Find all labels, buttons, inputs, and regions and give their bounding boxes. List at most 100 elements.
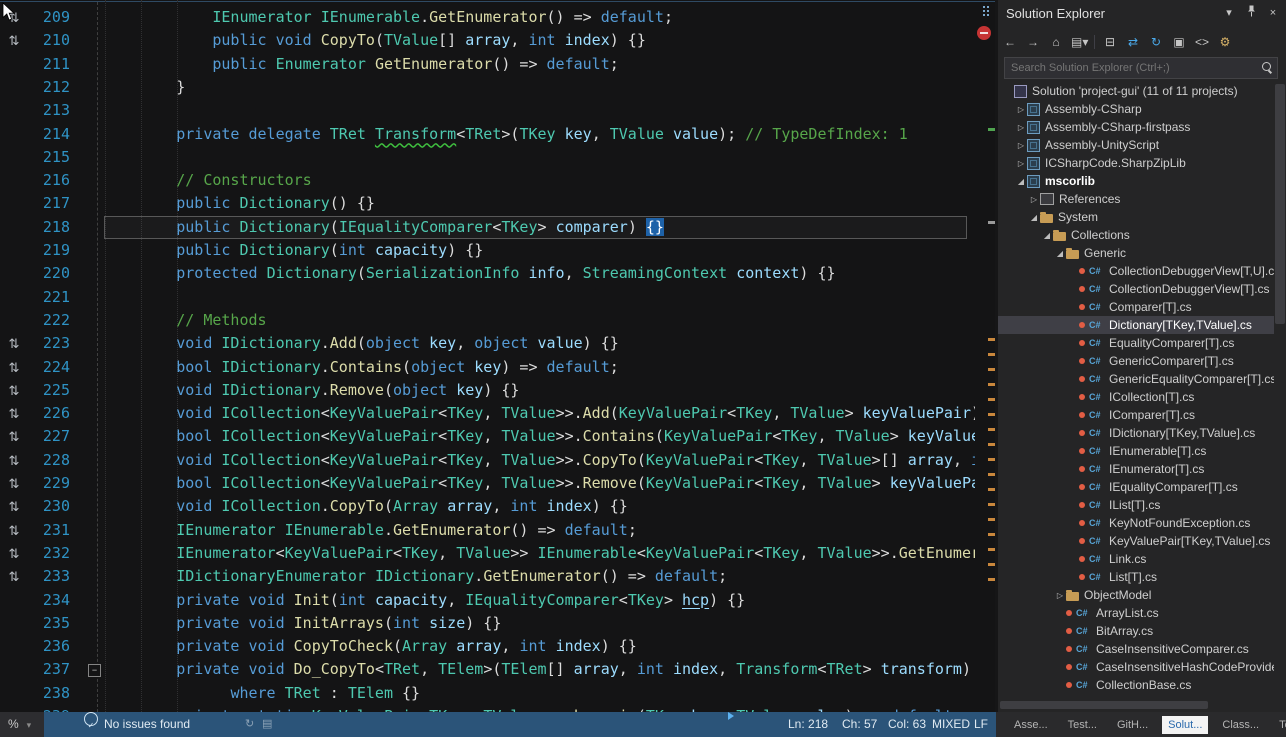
tree-item-collectiondebuggerview-t-u-cs[interactable]: C#CollectionDebuggerView[T,U].cs bbox=[998, 262, 1274, 280]
code-line-210[interactable]: public void CopyTo(TValue[] array, int i… bbox=[104, 29, 967, 52]
code-line-223[interactable]: void IDictionary.Add(object key, object … bbox=[104, 332, 967, 355]
expanded-arrow-icon[interactable]: ◢ bbox=[1041, 231, 1053, 240]
tree-item-genericcomparer-t-cs[interactable]: C#GenericComparer[T].cs bbox=[998, 352, 1274, 370]
tree-item-collections[interactable]: ◢Collections bbox=[998, 226, 1274, 244]
implementations-arrows-icon[interactable]: ⇅ bbox=[5, 542, 23, 565]
expanded-arrow-icon[interactable]: ◢ bbox=[1028, 213, 1040, 222]
panel-tab-tea[interactable]: Tea... bbox=[1273, 716, 1286, 734]
code-line-229[interactable]: bool ICollection<KeyValuePair<TKey, TVal… bbox=[104, 472, 967, 495]
status-line[interactable]: Ln: 218 bbox=[788, 712, 828, 737]
view-switcher-icon[interactable]: ▤▾ bbox=[1071, 35, 1087, 49]
tree-item-collectionbase-cs[interactable]: C#CollectionBase.cs bbox=[998, 676, 1274, 694]
tree-item-idictionary-tkey-tvalue-cs[interactable]: C#IDictionary[TKey,TValue].cs bbox=[998, 424, 1274, 442]
implementations-arrows-icon[interactable]: ⇅ bbox=[5, 356, 23, 379]
collapsed-arrow-icon[interactable]: ▷ bbox=[1054, 591, 1066, 600]
code-line-224[interactable]: bool IDictionary.Contains(object key) =>… bbox=[104, 356, 967, 379]
tree-item-comparer-t-cs[interactable]: C#Comparer[T].cs bbox=[998, 298, 1274, 316]
code-line-211[interactable]: public Enumerator GetEnumerator() => def… bbox=[104, 53, 967, 76]
tree-item-mscorlib[interactable]: ◢mscorlib bbox=[998, 172, 1274, 190]
fold-collapse-icon[interactable]: − bbox=[88, 664, 101, 677]
splitter-grip-icon[interactable] bbox=[983, 6, 985, 8]
code-folding-margin[interactable]: − bbox=[84, 0, 104, 712]
sync-with-active-document-icon[interactable]: ⇄ bbox=[1125, 35, 1141, 49]
code-line-235[interactable]: private void InitArrays(int size) {} bbox=[104, 612, 967, 635]
tree-item-system[interactable]: ◢System bbox=[998, 208, 1274, 226]
collapsed-arrow-icon[interactable]: ▷ bbox=[1015, 105, 1027, 114]
panel-tab-gith[interactable]: GitH... bbox=[1111, 716, 1154, 734]
show-all-files-icon[interactable]: ▣ bbox=[1171, 35, 1187, 49]
code-line-238[interactable]: where TRet : TElem {} bbox=[104, 682, 967, 705]
tree-item-bitarray-cs[interactable]: C#BitArray.cs bbox=[998, 622, 1274, 640]
file-health-error-icon[interactable] bbox=[977, 26, 991, 40]
code-line-214[interactable]: private delegate TRet Transform<TRet>(TK… bbox=[104, 123, 967, 146]
tree-item-references[interactable]: ▷References bbox=[998, 190, 1274, 208]
tree-item-keyvaluepair-tkey-tvalue-cs[interactable]: C#KeyValuePair[TKey,TValue].cs bbox=[998, 532, 1274, 550]
tree-item-ienumerator-t-cs[interactable]: C#IEnumerator[T].cs bbox=[998, 460, 1274, 478]
editor-vertical-scrollbar[interactable] bbox=[975, 0, 995, 712]
tree-item-dictionary-tkey-tvalue-cs[interactable]: C#Dictionary[TKey,TValue].cs bbox=[998, 316, 1274, 334]
implementations-arrows-icon[interactable]: ⇅ bbox=[5, 332, 23, 355]
tree-item-solution-project-gui-11-of-11-projects[interactable]: Solution 'project-gui' (11 of 11 project… bbox=[998, 82, 1274, 100]
implementations-arrows-icon[interactable]: ⇅ bbox=[5, 402, 23, 425]
expanded-arrow-icon[interactable]: ◢ bbox=[1054, 249, 1066, 258]
collapsed-arrow-icon[interactable]: ▷ bbox=[1015, 141, 1027, 150]
tree-item-link-cs[interactable]: C#Link.cs bbox=[998, 550, 1274, 568]
code-line-213[interactable] bbox=[104, 99, 967, 122]
tree-item-assembly-csharp-firstpass[interactable]: ▷Assembly-CSharp-firstpass bbox=[998, 118, 1274, 136]
pin-icon[interactable] bbox=[1244, 5, 1258, 20]
code-line-218[interactable]: public Dictionary(IEqualityComparer<TKey… bbox=[104, 216, 967, 239]
implementations-arrows-icon[interactable]: ⇅ bbox=[5, 379, 23, 402]
code-line-234[interactable]: private void Init(int capacity, IEqualit… bbox=[104, 589, 967, 612]
code-text-area[interactable]: IEnumerator IEnumerable.GetEnumerator() … bbox=[104, 0, 975, 712]
refresh-icon[interactable]: ↻ bbox=[1148, 35, 1164, 49]
status-extra-icon-1[interactable]: ↻ bbox=[245, 712, 254, 737]
collapse-all-icon[interactable]: ⊟ bbox=[1102, 35, 1118, 49]
implementations-arrows-icon[interactable]: ⇅ bbox=[5, 472, 23, 495]
code-line-221[interactable] bbox=[104, 286, 967, 309]
tree-item-objectmodel[interactable]: ▷ObjectModel bbox=[998, 586, 1274, 604]
implementations-arrows-icon[interactable]: ⇅ bbox=[5, 29, 23, 52]
implementations-arrows-icon[interactable]: ⇅ bbox=[5, 425, 23, 448]
close-icon[interactable]: × bbox=[1266, 7, 1280, 19]
code-line-209[interactable]: IEnumerator IEnumerable.GetEnumerator() … bbox=[104, 6, 967, 29]
code-editor[interactable]: ⇅⇅⇅⇅⇅⇅⇅⇅⇅⇅⇅⇅⇅ 20921021121221321421521621… bbox=[0, 0, 995, 712]
tree-item-generic[interactable]: ◢Generic bbox=[998, 244, 1274, 262]
tree-item-iequalitycomparer-t-cs[interactable]: C#IEqualityComparer[T].cs bbox=[998, 478, 1274, 496]
status-eol[interactable]: LF bbox=[974, 712, 988, 737]
code-line-228[interactable]: void ICollection<KeyValuePair<TKey, TVal… bbox=[104, 449, 967, 472]
panel-tab-class[interactable]: Class... bbox=[1216, 716, 1265, 734]
code-line-220[interactable]: protected Dictionary(SerializationInfo i… bbox=[104, 262, 967, 285]
code-line-216[interactable]: // Constructors bbox=[104, 169, 967, 192]
code-line-225[interactable]: void IDictionary.Remove(object key) {} bbox=[104, 379, 967, 402]
home-icon[interactable]: ⌂ bbox=[1048, 35, 1064, 49]
search-icon[interactable] bbox=[1262, 62, 1271, 71]
code-line-233[interactable]: IDictionaryEnumerator IDictionary.GetEnu… bbox=[104, 565, 967, 588]
search-input[interactable] bbox=[1009, 59, 1243, 77]
code-line-239[interactable]: private static KeyValuePair<TKey, TValue… bbox=[104, 705, 967, 712]
status-encoding[interactable]: MIXED bbox=[932, 712, 970, 737]
panel-tab-solut[interactable]: Solut... bbox=[1162, 716, 1208, 734]
code-view-icon[interactable]: <> bbox=[1194, 35, 1210, 49]
code-line-236[interactable]: private void CopyToCheck(Array array, in… bbox=[104, 635, 967, 658]
tree-item-icomparer-t-cs[interactable]: C#IComparer[T].cs bbox=[998, 406, 1274, 424]
tree-item-caseinsensitivecomparer-cs[interactable]: C#CaseInsensitiveComparer.cs bbox=[998, 640, 1274, 658]
back-icon[interactable]: ← bbox=[1002, 35, 1018, 49]
code-line-217[interactable]: public Dictionary() {} bbox=[104, 192, 967, 215]
tree-horizontal-scrollbar[interactable] bbox=[1000, 701, 1208, 709]
status-column[interactable]: Col: 63 bbox=[888, 712, 926, 737]
tree-item-ilist-t-cs[interactable]: C#IList[T].cs bbox=[998, 496, 1274, 514]
tree-item-assembly-csharp[interactable]: ▷Assembly-CSharp bbox=[998, 100, 1274, 118]
tree-item-caseinsensitivehashcodeprovider-cs[interactable]: C#CaseInsensitiveHashCodeProvider.cs bbox=[998, 658, 1274, 676]
collapsed-arrow-icon[interactable]: ▷ bbox=[1028, 195, 1040, 204]
expanded-arrow-icon[interactable]: ◢ bbox=[1015, 177, 1027, 186]
code-line-215[interactable] bbox=[104, 146, 967, 169]
chevron-down-icon[interactable]: ▾ bbox=[1222, 6, 1236, 19]
forward-icon[interactable]: → bbox=[1025, 35, 1041, 49]
panel-tab-test[interactable]: Test... bbox=[1062, 716, 1103, 734]
code-line-219[interactable]: public Dictionary(int capacity) {} bbox=[104, 239, 967, 262]
panel-tab-asse[interactable]: Asse... bbox=[1008, 716, 1054, 734]
indicator-margin[interactable]: ⇅⇅⇅⇅⇅⇅⇅⇅⇅⇅⇅⇅⇅ bbox=[0, 0, 28, 712]
status-char[interactable]: Ch: 57 bbox=[842, 712, 877, 737]
implementations-arrows-icon[interactable]: ⇅ bbox=[5, 495, 23, 518]
status-extra-icon-2[interactable]: ▤ bbox=[262, 712, 272, 737]
